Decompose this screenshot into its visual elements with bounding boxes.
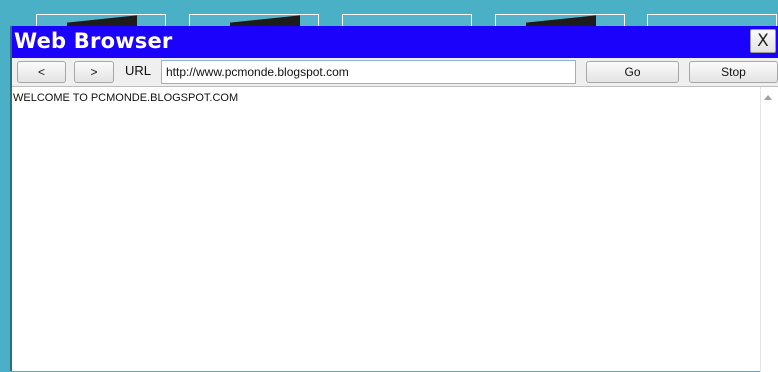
- close-button[interactable]: X: [750, 29, 776, 53]
- url-label: URL: [125, 63, 152, 78]
- title-bar[interactable]: Web Browser X: [12, 26, 778, 58]
- go-button[interactable]: Go: [586, 61, 679, 83]
- browser-window: Web Browser X < > URL Go Stop WELCOME TO…: [10, 26, 778, 372]
- scroll-up-arrow-icon[interactable]: [764, 95, 772, 100]
- url-input[interactable]: [161, 60, 576, 84]
- vertical-scrollbar[interactable]: [760, 87, 778, 372]
- page-content-area[interactable]: WELCOME TO PCMONDE.BLOGSPOT.COM: [12, 86, 778, 372]
- window-title: Web Browser: [14, 29, 173, 53]
- back-button[interactable]: <: [17, 61, 66, 83]
- stop-button[interactable]: Stop: [689, 61, 778, 83]
- navigation-toolbar: < > URL Go Stop: [12, 58, 778, 86]
- page-content-text: WELCOME TO PCMONDE.BLOGSPOT.COM: [13, 92, 239, 104]
- forward-button[interactable]: >: [74, 61, 114, 83]
